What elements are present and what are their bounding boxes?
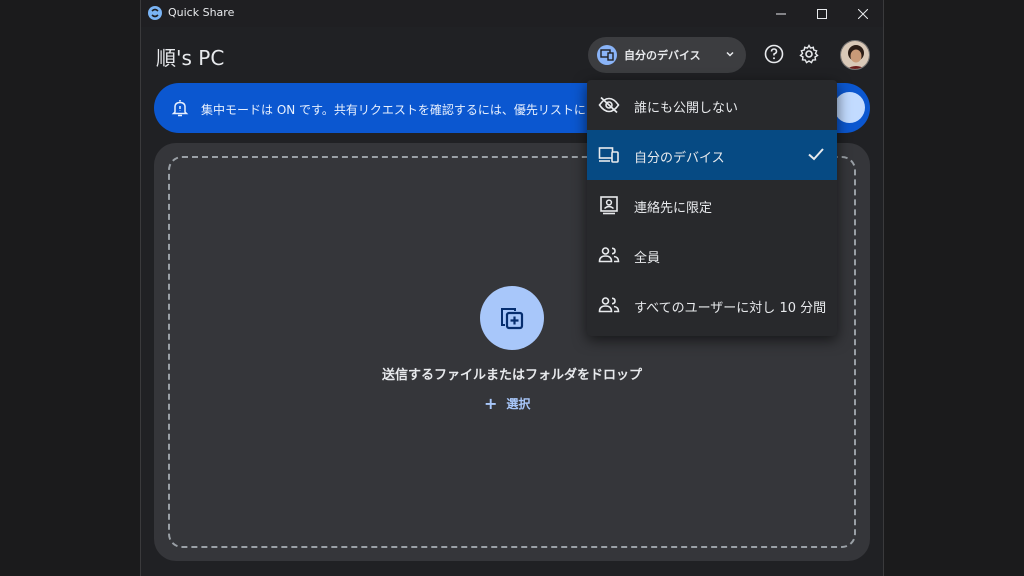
menu-item-label: すべてのユーザーに対し 10 分間 xyxy=(634,301,827,316)
title-bar[interactable]: Quick Share xyxy=(141,0,883,27)
menu-item-label: 誰にも公開しない xyxy=(634,101,739,116)
visibility-off-icon xyxy=(598,94,620,116)
settings-button[interactable] xyxy=(797,42,821,66)
plus-icon: + xyxy=(484,393,498,413)
menu-item-everyone[interactable]: 全員 xyxy=(587,230,837,280)
menu-item-contacts[interactable]: 連絡先に限定 xyxy=(587,180,837,230)
maximize-icon xyxy=(817,8,827,19)
desktop-background-left xyxy=(0,0,140,576)
user-photo-icon xyxy=(841,41,869,69)
minimize-button[interactable] xyxy=(761,0,801,27)
close-icon xyxy=(858,8,868,19)
avatar[interactable] xyxy=(840,40,870,70)
devices-icon xyxy=(597,45,617,65)
visibility-dropdown-button[interactable]: 自分のデバイス xyxy=(588,37,746,73)
contact-card-icon xyxy=(598,194,620,216)
visibility-label: 自分のデバイス xyxy=(624,49,701,62)
focus-mode-icon xyxy=(171,100,189,117)
device-name: 順's PC xyxy=(156,46,225,70)
window-title: Quick Share xyxy=(168,6,235,19)
quick-share-logo-icon xyxy=(148,6,162,20)
desktop-background-right xyxy=(884,0,1024,576)
checkmark-icon xyxy=(808,148,824,161)
devices-icon xyxy=(598,144,620,166)
menu-item-label: 連絡先に限定 xyxy=(634,201,713,216)
menu-item-everyone-10-minutes[interactable]: すべてのユーザーに対し 10 分間 xyxy=(587,280,837,330)
chevron-down-icon xyxy=(726,51,734,57)
maximize-button[interactable] xyxy=(802,0,842,27)
select-button[interactable]: + 選択 xyxy=(484,393,530,413)
gear-icon xyxy=(799,44,819,64)
banner-text: 集中モードは ON です。共有リクエストを確認するには、優先リストに Quick… xyxy=(201,103,596,117)
menu-item-label: 全員 xyxy=(634,251,661,266)
people-timer-icon xyxy=(598,294,620,316)
add-file-button[interactable] xyxy=(480,286,544,350)
close-button[interactable] xyxy=(843,0,883,27)
visibility-menu: 誰にも公開しない 自分のデバイス 連絡先に限定 全員 すべてのユーザーに対し 1… xyxy=(587,80,837,336)
banner-toggle[interactable] xyxy=(834,92,865,123)
help-icon xyxy=(764,44,784,64)
menu-item-your-devices[interactable]: 自分のデバイス xyxy=(587,130,837,180)
help-button[interactable] xyxy=(762,42,786,66)
menu-item-no-one[interactable]: 誰にも公開しない xyxy=(587,80,837,130)
select-label: 選択 xyxy=(506,396,531,411)
menu-item-label: 自分のデバイス xyxy=(634,151,725,166)
add-file-icon xyxy=(501,308,524,330)
minimize-icon xyxy=(776,13,786,14)
drop-instruction: 送信するファイルまたはフォルダをドロップ xyxy=(381,368,642,383)
people-icon xyxy=(598,244,620,266)
